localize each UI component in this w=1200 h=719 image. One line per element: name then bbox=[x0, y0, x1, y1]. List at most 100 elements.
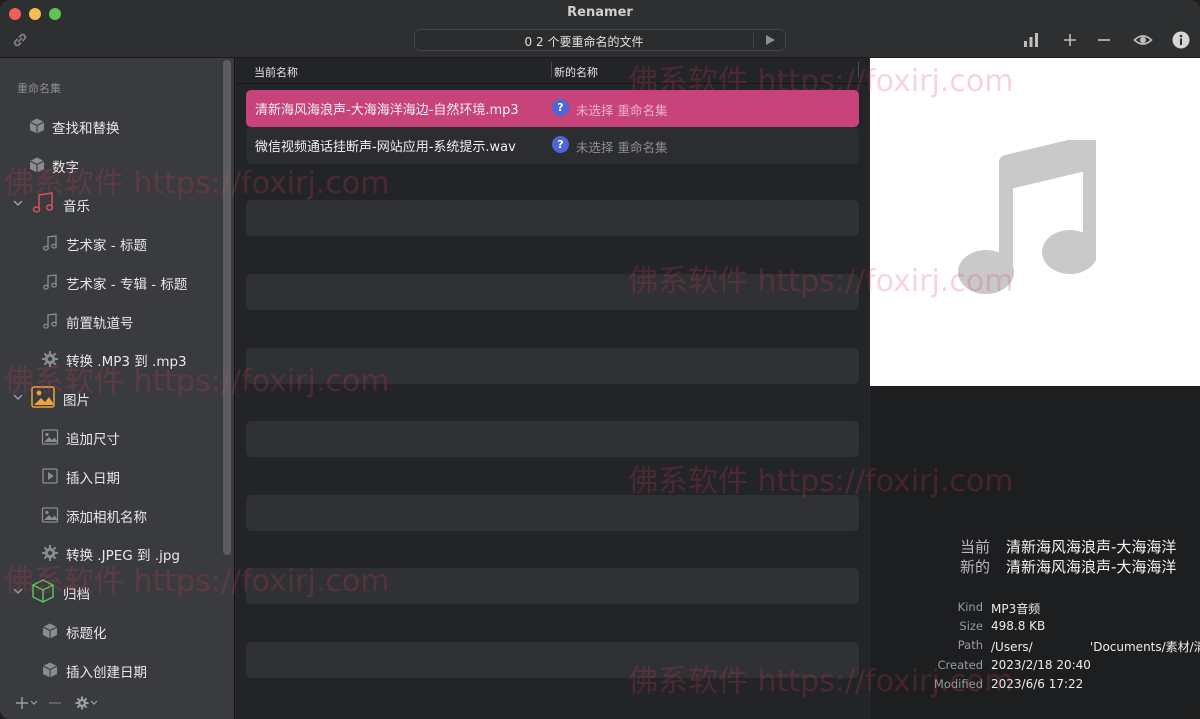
sidebar-item-label: 数字 bbox=[52, 160, 79, 176]
sidebar-item-append-dimensions[interactable]: 追加尺寸 bbox=[0, 422, 220, 452]
sidebar-item-numbers[interactable]: 数字 bbox=[0, 150, 220, 180]
meta-row-size: Size 498.8 KB bbox=[870, 619, 1200, 637]
settings-menu-icon[interactable] bbox=[75, 696, 99, 710]
picture-icon bbox=[41, 507, 59, 523]
music-note-icon bbox=[958, 140, 1096, 294]
title-bar: Renamer 0 2 个要重命名的文件 bbox=[0, 0, 1200, 58]
archive-box-icon bbox=[32, 579, 54, 603]
sidebar-group-archive[interactable]: 归档 bbox=[0, 577, 220, 607]
meta-key: Path bbox=[957, 638, 983, 652]
empty-row bbox=[246, 200, 859, 236]
music-note-icon bbox=[32, 192, 54, 213]
sidebar-item-label: 插入创建日期 bbox=[66, 665, 147, 681]
sidebar-footer bbox=[0, 686, 235, 719]
sidebar-item-label: 艺术家 - 标题 bbox=[66, 238, 147, 254]
renamer-window: Renamer 0 2 个要重命名的文件 重命名集 查找和替换 数字 音乐 艺术… bbox=[0, 0, 1200, 719]
play-icon[interactable] bbox=[764, 34, 776, 46]
column-header-new-name[interactable]: 新的名称 bbox=[554, 64, 598, 80]
chevron-down-icon[interactable] bbox=[12, 197, 24, 209]
new-label: 新的 bbox=[960, 558, 991, 576]
plus-icon[interactable] bbox=[1060, 30, 1080, 50]
cube-icon bbox=[29, 157, 45, 173]
remove-icon[interactable] bbox=[48, 696, 62, 710]
film-icon bbox=[42, 468, 58, 484]
sidebar-group-images[interactable]: 图片 bbox=[0, 383, 220, 413]
meta-key: Kind bbox=[957, 600, 983, 614]
file-current-name: 微信视频通话挂断声-网站应用-系统提示.wav bbox=[255, 140, 516, 155]
minus-icon[interactable] bbox=[1094, 30, 1114, 50]
meta-value: 2023/6/6 17:22 bbox=[991, 677, 1084, 691]
sidebar-item-label: 转换 .JPEG 到 .jpg bbox=[66, 548, 180, 564]
chevron-down-icon[interactable] bbox=[12, 391, 24, 403]
current-label: 当前 bbox=[960, 538, 991, 556]
sidebar-item-label: 追加尺寸 bbox=[66, 432, 120, 448]
sidebar-item-artist-album-title[interactable]: 艺术家 - 专辑 - 标题 bbox=[0, 267, 220, 297]
bar-chart-icon[interactable] bbox=[1021, 30, 1041, 50]
question-mark-icon: ? bbox=[552, 136, 569, 153]
window-title: Renamer bbox=[567, 5, 633, 20]
file-new-name-status: 未选择 重命名集 bbox=[576, 103, 668, 118]
add-menu-icon[interactable] bbox=[15, 696, 39, 710]
question-mark-icon: ? bbox=[552, 99, 569, 116]
empty-row bbox=[246, 495, 859, 531]
picture-icon bbox=[31, 386, 55, 408]
info-icon[interactable] bbox=[1171, 30, 1191, 50]
file-current-name: 清新海风海浪声-大海海洋海边-自然环境.mp3 bbox=[255, 103, 519, 118]
picture-icon bbox=[41, 429, 59, 445]
link-icon[interactable] bbox=[11, 31, 29, 49]
new-name-line: 新的 清新海风海浪声-大海海洋 bbox=[960, 556, 1200, 576]
divider bbox=[753, 33, 754, 48]
sidebar-item-find-replace[interactable]: 查找和替换 bbox=[0, 111, 220, 141]
sidebar-group-label: 音乐 bbox=[63, 199, 90, 215]
artwork-preview bbox=[870, 58, 1200, 386]
column-divider[interactable] bbox=[858, 62, 859, 78]
meta-key: Modified bbox=[933, 677, 983, 691]
meta-row-path: Path /Users/ 'Documents/素材/清新 bbox=[870, 638, 1200, 656]
sidebar-item-prepend-track-number[interactable]: 前置轨道号 bbox=[0, 306, 220, 336]
sidebar-item-label: 插入日期 bbox=[66, 471, 120, 487]
file-list: 当前名称 新的名称 清新海风海浪声-大海海洋海边-自然环境.mp3 ? 未选择 … bbox=[236, 58, 869, 719]
sidebar-item-titlecase[interactable]: 标题化 bbox=[0, 616, 220, 646]
column-header-current-name[interactable]: 当前名称 bbox=[254, 64, 298, 80]
sidebar-group-music[interactable]: 音乐 bbox=[0, 189, 220, 219]
sidebar-scrollbar[interactable] bbox=[223, 60, 231, 555]
sidebar-item-convert-jpeg[interactable]: 转换 .JPEG 到 .jpg bbox=[0, 538, 220, 568]
column-divider[interactable] bbox=[551, 62, 552, 78]
column-header-row: 当前名称 新的名称 bbox=[236, 58, 869, 84]
music-note-icon bbox=[43, 274, 57, 290]
empty-row bbox=[246, 274, 859, 310]
file-row[interactable]: 清新海风海浪声-大海海洋海边-自然环境.mp3 ? 未选择 重命名集 bbox=[246, 90, 859, 127]
meta-value: 2023/2/18 20:40 bbox=[991, 658, 1091, 672]
meta-value: 498.8 KB bbox=[991, 619, 1046, 633]
file-row[interactable]: 微信视频通话挂断声-网站应用-系统提示.wav ? 未选择 重命名集 bbox=[246, 127, 859, 164]
empty-row bbox=[246, 421, 859, 457]
sidebar-item-label: 查找和替换 bbox=[52, 121, 120, 137]
cube-icon bbox=[42, 623, 58, 639]
sidebar-item-add-camera-name[interactable]: 添加相机名称 bbox=[0, 500, 220, 530]
meta-row-kind: Kind MP3音频 bbox=[870, 600, 1200, 618]
gear-icon bbox=[42, 545, 58, 561]
meta-key: Size bbox=[959, 619, 983, 633]
name-comparison: 当前 清新海风海浪声-大海海洋 新的 清新海风海浪声-大海海洋 bbox=[960, 536, 1200, 576]
meta-value: MP3音频 bbox=[991, 602, 1041, 616]
gear-icon bbox=[42, 351, 58, 367]
file-count-field[interactable]: 0 2 个要重命名的文件 bbox=[414, 29, 786, 51]
sidebar-item-label: 艺术家 - 专辑 - 标题 bbox=[66, 277, 188, 293]
music-note-icon bbox=[43, 235, 57, 251]
current-name-line: 当前 清新海风海浪声-大海海洋 bbox=[960, 536, 1200, 556]
sidebar-item-label: 转换 .MP3 到 .mp3 bbox=[66, 354, 187, 370]
eye-icon[interactable] bbox=[1133, 30, 1153, 50]
sidebar-item-artist-title[interactable]: 艺术家 - 标题 bbox=[0, 228, 220, 258]
preview-pane: 当前 清新海风海浪声-大海海洋 新的 清新海风海浪声-大海海洋 Kind MP3… bbox=[870, 58, 1200, 719]
file-count-label: 0 2 个要重命名的文件 bbox=[524, 35, 644, 49]
sidebar-item-label: 标题化 bbox=[66, 626, 107, 642]
current-name-value: 清新海风海浪声-大海海洋 bbox=[1006, 538, 1177, 556]
cube-icon bbox=[42, 662, 58, 678]
sidebar-group-label: 图片 bbox=[63, 393, 90, 409]
sidebar-item-insert-creation-date[interactable]: 插入创建日期 bbox=[0, 655, 220, 685]
sidebar-item-insert-date[interactable]: 插入日期 bbox=[0, 461, 220, 491]
empty-row bbox=[246, 642, 859, 678]
sidebar-item-convert-mp3[interactable]: 转换 .MP3 到 .mp3 bbox=[0, 344, 220, 374]
chevron-down-icon[interactable] bbox=[12, 585, 24, 597]
sidebar-item-label: 前置轨道号 bbox=[66, 316, 134, 332]
